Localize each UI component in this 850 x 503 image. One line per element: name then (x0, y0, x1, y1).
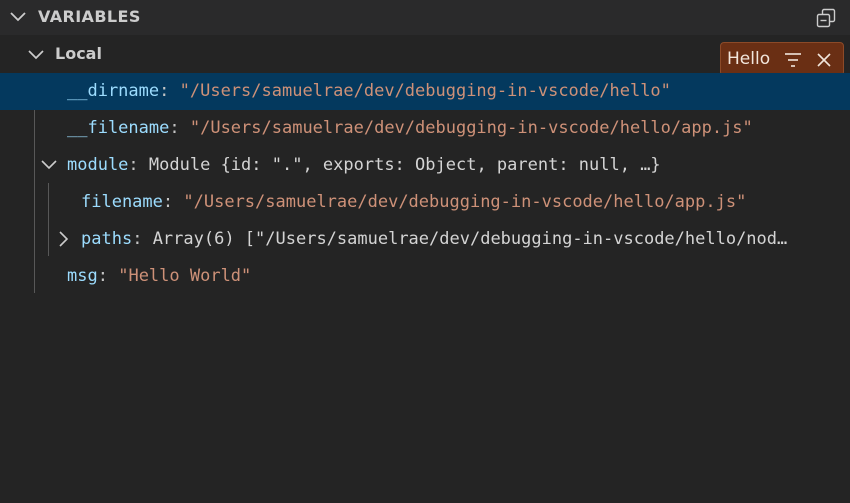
variable-name: msg (67, 266, 98, 286)
variable-separator: : (97, 266, 108, 286)
variable-value: "Hello World" (118, 266, 252, 286)
variable-name: filename (81, 192, 163, 212)
variable-row[interactable]: msg: "Hello World" (0, 258, 850, 295)
variable-name: __filename (67, 118, 170, 138)
variable-value: "/Users/samuelrae/dev/debugging-in-vscod… (183, 192, 747, 212)
chevron-down-icon[interactable] (26, 45, 46, 65)
variable-separator: : (162, 192, 174, 212)
variable-row[interactable]: module: Module {id: ".", exports: Object… (0, 147, 850, 184)
variable-name: paths (81, 229, 133, 249)
chevron-right-icon[interactable] (54, 230, 72, 248)
variables-section-header[interactable]: VARIABLES (0, 0, 850, 35)
variable-row[interactable]: filename: "/Users/samuelrae/dev/debuggin… (0, 184, 850, 221)
collapse-all-icon[interactable] (815, 7, 837, 29)
variable-name: module (67, 155, 129, 175)
variable-value: Module {id: ".", exports: Object, parent… (148, 155, 661, 175)
filter-input[interactable]: Hello (727, 49, 770, 69)
variable-value: Array(6) ["/Users/samuelrae/dev/debuggin… (152, 229, 788, 249)
filter-widget[interactable]: Hello (720, 42, 844, 76)
variable-value: "/Users/samuelrae/dev/debugging-in-vscod… (189, 118, 753, 138)
variable-separator: : (128, 155, 139, 175)
chevron-down-icon[interactable] (7, 7, 29, 27)
variable-name: __dirname (67, 81, 160, 101)
close-icon[interactable] (815, 51, 833, 69)
variable-row[interactable]: paths: Array(6) ["/Users/samuelrae/dev/d… (0, 221, 850, 258)
section-title: VARIABLES (38, 7, 141, 26)
variable-separator: : (132, 229, 143, 249)
variable-row[interactable]: __dirname: "/Users/samuelrae/dev/debuggi… (0, 73, 850, 110)
variable-separator: : (169, 118, 180, 138)
variable-separator: : (159, 81, 170, 101)
filter-icon[interactable] (783, 51, 803, 69)
chevron-down-icon[interactable] (40, 156, 58, 174)
variable-value: "/Users/samuelrae/dev/debugging-in-vscod… (179, 81, 671, 101)
variable-row[interactable]: __filename: "/Users/samuelrae/dev/debugg… (0, 110, 850, 147)
scope-label: Local (55, 44, 102, 63)
